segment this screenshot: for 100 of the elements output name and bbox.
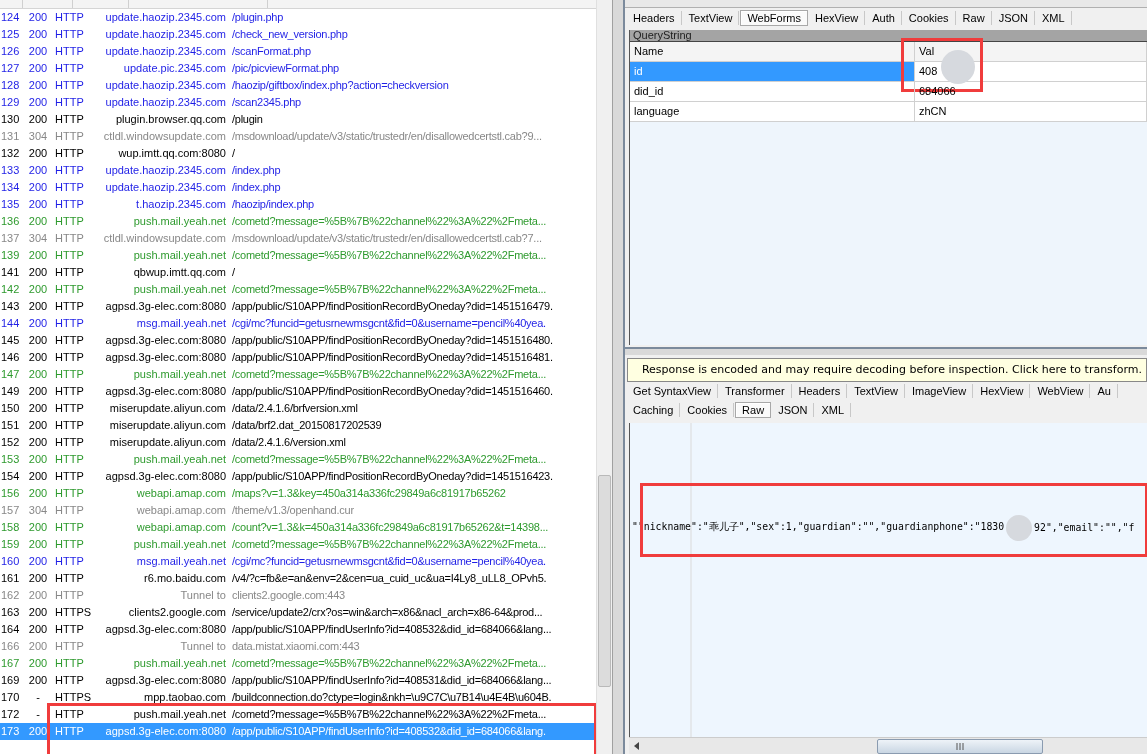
tab[interactable]: Auth bbox=[866, 10, 902, 25]
session-row[interactable]: 161 200 HTTP r6.mo.baidu.com /v4/?c=fb&e=an&env=2&cen=ua_cuid_uc&ua=I4Ly8_uLL8_OPvh5. bbox=[0, 570, 596, 587]
host: agpsd.3g-elec.com:8080 bbox=[104, 622, 226, 637]
scrollbar-thumb[interactable] bbox=[877, 738, 1043, 754]
param-name[interactable]: did_id bbox=[630, 82, 915, 102]
protocol: HTTP bbox=[54, 146, 85, 161]
session-row[interactable]: 169 200 HTTP agpsd.3g-elec.com:8080 /app/public/S10APP/findUserInfo?id=408531&did_id=684066&lang... bbox=[0, 672, 596, 689]
tab[interactable]: JSON bbox=[992, 10, 1035, 25]
session-row[interactable]: 158 200 HTTP webapi.amap.com /count?v=1.3&k=450a314a336fc29849a6c81917b65262&t=14398... bbox=[0, 519, 596, 536]
tab[interactable]: JSON bbox=[772, 403, 815, 417]
session-number: 144 bbox=[0, 316, 21, 331]
tab[interactable]: Get SyntaxView bbox=[627, 384, 719, 398]
tab[interactable]: TextView bbox=[682, 10, 740, 25]
session-row[interactable]: 154 200 HTTP agpsd.3g-elec.com:8080 /app/public/S10APP/findPositionRecordByOneday?did=1451516423. bbox=[0, 468, 596, 485]
host: push.mail.yeah.net bbox=[132, 452, 226, 467]
session-row[interactable]: 126 200 HTTP update.haozip.2345.com /scanFormat.php bbox=[0, 43, 596, 60]
session-number: 150 bbox=[0, 401, 21, 416]
session-row[interactable]: 129 200 HTTP update.haozip.2345.com /scan2345.php bbox=[0, 94, 596, 111]
url: /haozip/giftbox/index.php?action=checkversion bbox=[232, 78, 449, 93]
result-code: 200 bbox=[27, 180, 49, 195]
tab[interactable]: Cookies bbox=[902, 10, 956, 25]
session-row[interactable]: 137 304 HTTP ctldl.windowsupdate.com /msdownload/update/v3/static/trustedr/en/disallowedcertstl.cab?7... bbox=[0, 230, 596, 247]
session-row[interactable]: 133 200 HTTP update.haozip.2345.com /index.php bbox=[0, 162, 596, 179]
tab[interactable]: XML bbox=[1035, 10, 1072, 25]
tab[interactable]: Au bbox=[1091, 384, 1118, 398]
url: /count?v=1.3&k=450a314a336fc29849a6c81917b65262&t=14398... bbox=[232, 520, 549, 535]
tab[interactable]: HexView bbox=[809, 10, 866, 25]
session-row[interactable]: 127 200 HTTP update.pic.2345.com /pic/picviewFormat.php bbox=[0, 60, 596, 77]
session-row[interactable]: 128 200 HTTP update.haozip.2345.com /haozip/giftbox/index.php?action=checkversion bbox=[0, 77, 596, 94]
tab[interactable]: Caching bbox=[627, 403, 681, 417]
session-row[interactable]: 153 200 HTTP push.mail.yeah.net /cometd?message=%5B%7B%22channel%22%3A%22%2Fmeta... bbox=[0, 451, 596, 468]
session-row[interactable]: 135 200 HTTP t.haozip.2345.com /haozip/index.php bbox=[0, 196, 596, 213]
session-row[interactable]: 134 200 HTTP update.haozip.2345.com /index.php bbox=[0, 179, 596, 196]
session-row[interactable]: 139 200 HTTP push.mail.yeah.net /cometd?message=%5B%7B%22channel%22%3A%22%2Fmeta... bbox=[0, 247, 596, 264]
tab[interactable]: Raw bbox=[735, 402, 772, 418]
tab[interactable]: Raw bbox=[956, 10, 992, 25]
tab[interactable]: Transformer bbox=[719, 384, 792, 398]
host: update.haozip.2345.com bbox=[104, 180, 226, 195]
host: miserupdate.aliyun.com bbox=[108, 401, 226, 416]
session-row[interactable]: 147 200 HTTP push.mail.yeah.net /cometd?message=%5B%7B%22channel%22%3A%22%2Fmeta... bbox=[0, 366, 596, 383]
session-row[interactable]: 142 200 HTTP push.mail.yeah.net /cometd?message=%5B%7B%22channel%22%3A%22%2Fmeta... bbox=[0, 281, 596, 298]
session-row[interactable]: 150 200 HTTP miserupdate.aliyun.com /data/2.4.1.6/brfversion.xml bbox=[0, 400, 596, 417]
tab[interactable]: HexView bbox=[974, 384, 1031, 398]
session-row[interactable]: 167 200 HTTP push.mail.yeah.net /cometd?message=%5B%7B%22channel%22%3A%22%2Fmeta... bbox=[0, 655, 596, 672]
session-row[interactable]: 124 200 HTTP update.haozip.2345.com /plugin.php bbox=[0, 9, 596, 26]
session-row[interactable]: 172 - HTTP push.mail.yeah.net /cometd?message=%5B%7B%22channel%22%3A%22%2Fmeta... bbox=[0, 706, 596, 723]
session-row[interactable]: 163 200 HTTPS clients2.google.com /service/update2/crx?os=win&arch=x86&nacl_arch=x86-64&prod... bbox=[0, 604, 596, 621]
url: /plugin.php bbox=[232, 10, 284, 25]
result-code: 200 bbox=[27, 486, 49, 501]
session-row[interactable]: 125 200 HTTP update.haozip.2345.com /check_new_version.php bbox=[0, 26, 596, 43]
session-row[interactable]: 145 200 HTTP agpsd.3g-elec.com:8080 /app/public/S10APP/findPositionRecordByOneday?did=1451516480. bbox=[0, 332, 596, 349]
tab[interactable]: XML bbox=[815, 403, 852, 417]
session-row[interactable]: 164 200 HTTP agpsd.3g-elec.com:8080 /app/public/S10APP/findUserInfo?id=408532&did_id=684066&lang... bbox=[0, 621, 596, 638]
param-name[interactable]: language bbox=[630, 102, 915, 122]
tab[interactable]: TextView bbox=[848, 384, 905, 398]
tab[interactable]: Cookies bbox=[681, 403, 735, 417]
session-row[interactable]: 166 200 HTTP Tunnel to data.mistat.xiaomi.com:443 bbox=[0, 638, 596, 655]
protocol: HTTP bbox=[54, 10, 85, 25]
tab[interactable]: ImageView bbox=[905, 384, 974, 398]
result-code: 200 bbox=[27, 197, 49, 212]
tab[interactable]: Headers bbox=[627, 10, 682, 25]
result-code: 200 bbox=[27, 214, 49, 229]
session-number: 167 bbox=[0, 656, 21, 671]
session-number: 156 bbox=[0, 486, 21, 501]
session-row[interactable]: 132 200 HTTP wup.imtt.qq.com:8080 / bbox=[0, 145, 596, 162]
session-row[interactable]: 130 200 HTTP plugin.browser.qq.com /plugin bbox=[0, 111, 596, 128]
session-row[interactable]: 151 200 HTTP miserupdate.aliyun.com /data/brf2.dat_20150817202539 bbox=[0, 417, 596, 434]
session-row[interactable]: 146 200 HTTP agpsd.3g-elec.com:8080 /app/public/S10APP/findPositionRecordByOneday?did=1451516481. bbox=[0, 349, 596, 366]
session-row[interactable]: 149 200 HTTP agpsd.3g-elec.com:8080 /app/public/S10APP/findPositionRecordByOneday?did=1451516460. bbox=[0, 383, 596, 400]
session-row[interactable]: 159 200 HTTP push.mail.yeah.net /cometd?message=%5B%7B%22channel%22%3A%22%2Fmeta... bbox=[0, 536, 596, 553]
result-code: 200 bbox=[27, 469, 49, 484]
result-code: 200 bbox=[27, 265, 49, 280]
result-code: 200 bbox=[27, 418, 49, 433]
session-number: 146 bbox=[0, 350, 21, 365]
url: /cometd?message=%5B%7B%22channel%22%3A%22%2Fmeta... bbox=[232, 707, 547, 722]
redaction-blob bbox=[1006, 514, 1033, 541]
session-number: 126 bbox=[0, 44, 21, 59]
tab[interactable]: WebView bbox=[1031, 384, 1091, 398]
splitter[interactable] bbox=[625, 346, 1147, 355]
session-row[interactable]: 152 200 HTTP miserupdate.aliyun.com /data/2.4.1.6/version.xml bbox=[0, 434, 596, 451]
session-row[interactable]: 160 200 HTTP msg.mail.yeah.net /cgi/mc?funcid=getusrnewmsgcnt&fid=0&username=pencil%40yea. bbox=[0, 553, 596, 570]
tab[interactable]: WebForms bbox=[740, 9, 808, 26]
session-row[interactable]: 170 - HTTPS mpp.taobao.com /buildconnection.do?ctype=login&nkh=\u9C7C\u7B14\u4E4B\u604B. bbox=[0, 689, 596, 706]
session-row[interactable]: 136 200 HTTP push.mail.yeah.net /cometd?message=%5B%7B%22channel%22%3A%22%2Fmeta... bbox=[0, 213, 596, 230]
session-row[interactable]: 156 200 HTTP webapi.amap.com /maps?v=1.3&key=450a314a336fc29849a6c81917b65262 bbox=[0, 485, 596, 502]
session-row[interactable]: 162 200 HTTP Tunnel to clients2.google.com:443 bbox=[0, 587, 596, 604]
session-row[interactable]: 143 200 HTTP agpsd.3g-elec.com:8080 /app/public/S10APP/findPositionRecordByOneday?did=1451516479. bbox=[0, 298, 596, 315]
notice-bar[interactable]: Response is encoded and may require decoding before inspection. Click here to transform. bbox=[627, 357, 1147, 382]
tab[interactable]: Headers bbox=[792, 384, 848, 398]
result-code: 304 bbox=[27, 231, 49, 246]
session-row[interactable]: 141 200 HTTP qbwup.imtt.qq.com / bbox=[0, 264, 596, 281]
result-code: 200 bbox=[27, 248, 49, 263]
result-code: 200 bbox=[27, 384, 49, 399]
host: update.haozip.2345.com bbox=[104, 78, 226, 93]
session-row[interactable]: 157 304 HTTP webapi.amap.com /theme/v1.3/openhand.cur bbox=[0, 502, 596, 519]
result-code: 200 bbox=[27, 299, 49, 314]
session-row[interactable]: 144 200 HTTP msg.mail.yeah.net /cgi/mc?funcid=getusrnewmsgcnt&fid=0&username=pencil%40yea. bbox=[0, 315, 596, 332]
session-row[interactable]: 131 304 HTTP ctldl.windowsupdate.com /msdownload/update/v3/static/trustedr/en/disallowedcertstl.cab?9... bbox=[0, 128, 596, 145]
url: /msdownload/update/v3/static/trustedr/en/disallowedcertstl.cab?9... bbox=[232, 129, 542, 144]
scrollbar[interactable] bbox=[596, 0, 612, 754]
